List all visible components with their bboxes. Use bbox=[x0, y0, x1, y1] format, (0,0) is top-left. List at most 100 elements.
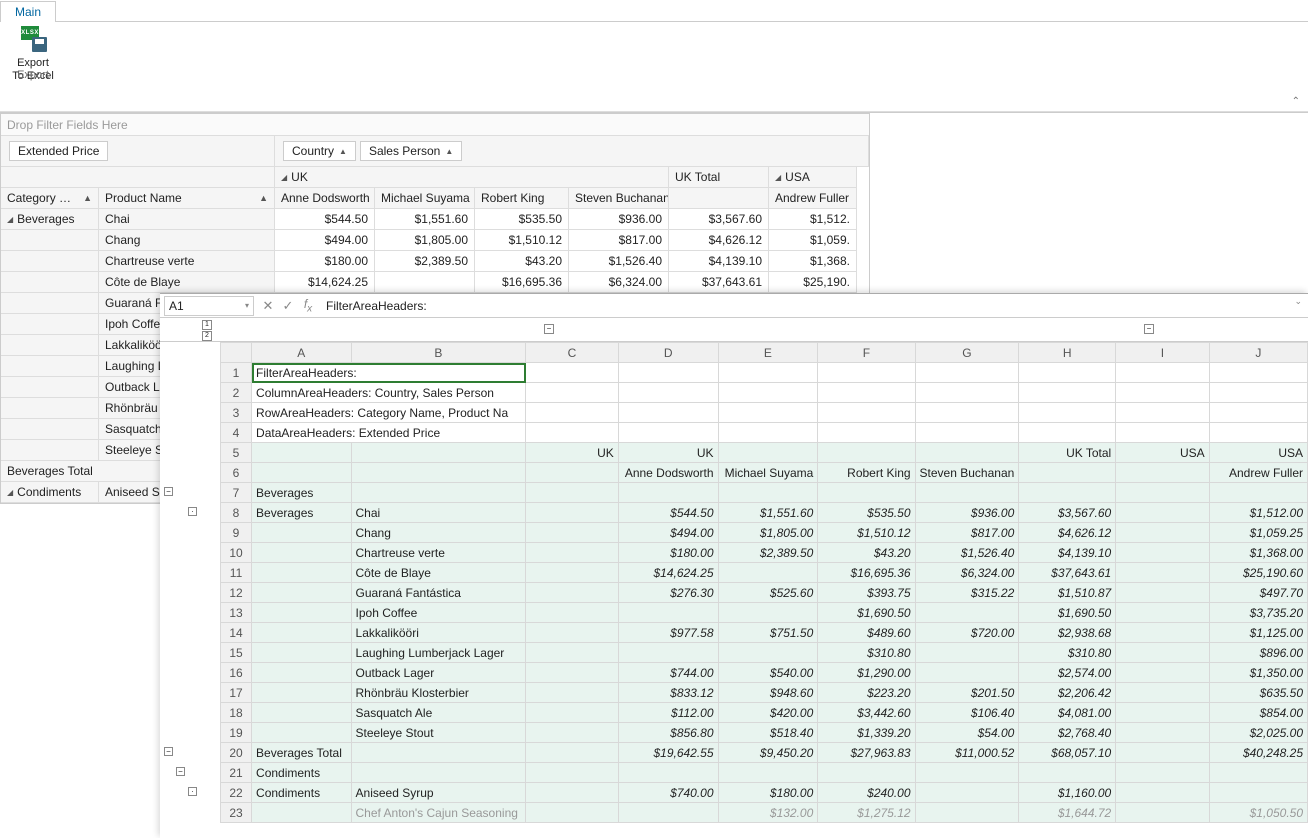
cell-D1[interactable] bbox=[618, 363, 718, 383]
row-outline-toggle[interactable]: · bbox=[188, 507, 197, 516]
col-outline-level-2[interactable]: 2 bbox=[202, 331, 212, 341]
cell-C19[interactable] bbox=[526, 723, 619, 743]
cell-F22[interactable]: $240.00 bbox=[818, 783, 915, 803]
cell-B7[interactable] bbox=[351, 483, 526, 503]
pivot-cell[interactable]: $3,567.60 bbox=[669, 209, 769, 230]
col-header-H[interactable]: H bbox=[1019, 343, 1116, 363]
cell-J21[interactable] bbox=[1209, 763, 1307, 783]
pivot-cell[interactable]: $2,389.50 bbox=[375, 251, 475, 272]
col-header-E[interactable]: E bbox=[718, 343, 818, 363]
cell-B9[interactable]: Chang bbox=[351, 523, 526, 543]
cell-F6[interactable]: Robert King bbox=[818, 463, 915, 483]
cell-I15[interactable] bbox=[1116, 643, 1209, 663]
cell-I14[interactable] bbox=[1116, 623, 1209, 643]
cell-B12[interactable]: Guaraná Fantástica bbox=[351, 583, 526, 603]
cell-I11[interactable] bbox=[1116, 563, 1209, 583]
col-header-A[interactable]: A bbox=[252, 343, 351, 363]
cell-H16[interactable]: $2,574.00 bbox=[1019, 663, 1116, 683]
product-row[interactable]: Lakkalikööri bbox=[99, 335, 161, 356]
product-row[interactable]: Ipoh Coffe bbox=[99, 314, 161, 335]
cell-H4[interactable] bbox=[1019, 423, 1116, 443]
cell-E17[interactable]: $948.60 bbox=[718, 683, 818, 703]
cell-B21[interactable] bbox=[351, 763, 526, 783]
fx-icon[interactable]: fx bbox=[298, 297, 318, 314]
cell-F10[interactable]: $43.20 bbox=[818, 543, 915, 563]
cell-I19[interactable] bbox=[1116, 723, 1209, 743]
cell-H19[interactable]: $2,768.40 bbox=[1019, 723, 1116, 743]
cell-H15[interactable]: $310.80 bbox=[1019, 643, 1116, 663]
cell-H13[interactable]: $1,690.50 bbox=[1019, 603, 1116, 623]
cell-A18[interactable] bbox=[252, 703, 351, 723]
cell-H18[interactable]: $4,081.00 bbox=[1019, 703, 1116, 723]
pivot-cell[interactable]: $1,059. bbox=[769, 230, 857, 251]
cell-C17[interactable] bbox=[526, 683, 619, 703]
cell-G20[interactable]: $11,000.52 bbox=[915, 743, 1019, 763]
pivot-cell[interactable]: $4,626.12 bbox=[669, 230, 769, 251]
cell-H9[interactable]: $4,626.12 bbox=[1019, 523, 1116, 543]
row-header[interactable]: 20 bbox=[221, 743, 252, 763]
row-header[interactable]: 19 bbox=[221, 723, 252, 743]
data-field-extended-price[interactable]: Extended Price bbox=[9, 141, 108, 161]
cell-D2[interactable] bbox=[618, 383, 718, 403]
cell-G12[interactable]: $315.22 bbox=[915, 583, 1019, 603]
cell-B15[interactable]: Laughing Lumberjack Lager bbox=[351, 643, 526, 663]
cell-J7[interactable] bbox=[1209, 483, 1307, 503]
row-header[interactable]: 10 bbox=[221, 543, 252, 563]
cell-I16[interactable] bbox=[1116, 663, 1209, 683]
cell-B6[interactable] bbox=[351, 463, 526, 483]
cell-E18[interactable]: $420.00 bbox=[718, 703, 818, 723]
cell-I20[interactable] bbox=[1116, 743, 1209, 763]
cell-I8[interactable] bbox=[1116, 503, 1209, 523]
cell-F7[interactable] bbox=[818, 483, 915, 503]
cell-D9[interactable]: $494.00 bbox=[618, 523, 718, 543]
cell-A2[interactable]: ColumnAreaHeaders: Country, Sales Person bbox=[252, 383, 526, 403]
cell-D20[interactable]: $19,642.55 bbox=[618, 743, 718, 763]
row-header[interactable]: 22 bbox=[221, 783, 252, 803]
cell-D6[interactable]: Anne Dodsworth bbox=[618, 463, 718, 483]
cell-J2[interactable] bbox=[1209, 383, 1307, 403]
cell-E16[interactable]: $540.00 bbox=[718, 663, 818, 683]
cell-D11[interactable]: $14,624.25 bbox=[618, 563, 718, 583]
cell-C9[interactable] bbox=[526, 523, 619, 543]
cell-A8[interactable]: Beverages bbox=[252, 503, 351, 523]
cell-I18[interactable] bbox=[1116, 703, 1209, 723]
cell-H5[interactable]: UK Total bbox=[1019, 443, 1116, 463]
cell-I1[interactable] bbox=[1116, 363, 1209, 383]
row-header[interactable]: 15 bbox=[221, 643, 252, 663]
cell-A14[interactable] bbox=[252, 623, 351, 643]
col-michael[interactable]: Michael Suyama bbox=[375, 188, 475, 209]
product-row[interactable]: Steeleye St bbox=[99, 440, 161, 461]
cell-C11[interactable] bbox=[526, 563, 619, 583]
cell-A6[interactable] bbox=[252, 463, 351, 483]
cell-D12[interactable]: $276.30 bbox=[618, 583, 718, 603]
cell-J13[interactable]: $3,735.20 bbox=[1209, 603, 1307, 623]
cell-B19[interactable]: Steeleye Stout bbox=[351, 723, 526, 743]
cell-C5[interactable]: UK bbox=[526, 443, 619, 463]
cell-A22[interactable]: Condiments bbox=[252, 783, 351, 803]
cell-C21[interactable] bbox=[526, 763, 619, 783]
cell-A13[interactable] bbox=[252, 603, 351, 623]
cell-F17[interactable]: $223.20 bbox=[818, 683, 915, 703]
cell-G23[interactable] bbox=[915, 803, 1019, 823]
row-header[interactable]: 21 bbox=[221, 763, 252, 783]
cell-E13[interactable] bbox=[718, 603, 818, 623]
row-header[interactable]: 14 bbox=[221, 623, 252, 643]
cell-F15[interactable]: $310.80 bbox=[818, 643, 915, 663]
cell-C4[interactable] bbox=[526, 423, 619, 443]
row-header[interactable]: 18 bbox=[221, 703, 252, 723]
pivot-cell[interactable]: $544.50 bbox=[275, 209, 375, 230]
cell-C7[interactable] bbox=[526, 483, 619, 503]
formula-bar-content[interactable]: FilterAreaHeaders: bbox=[318, 299, 427, 313]
cell-B20[interactable] bbox=[351, 743, 526, 763]
cell-F18[interactable]: $3,442.60 bbox=[818, 703, 915, 723]
pivot-cell[interactable]: $43.20 bbox=[475, 251, 569, 272]
cell-J11[interactable]: $25,190.60 bbox=[1209, 563, 1307, 583]
row-outline-toggle[interactable]: − bbox=[164, 487, 173, 496]
cell-A5[interactable] bbox=[252, 443, 351, 463]
cell-A16[interactable] bbox=[252, 663, 351, 683]
cell-D7[interactable] bbox=[618, 483, 718, 503]
cell-D14[interactable]: $977.58 bbox=[618, 623, 718, 643]
cell-I22[interactable] bbox=[1116, 783, 1209, 803]
col-header-G[interactable]: G bbox=[915, 343, 1019, 363]
cell-B8[interactable]: Chai bbox=[351, 503, 526, 523]
